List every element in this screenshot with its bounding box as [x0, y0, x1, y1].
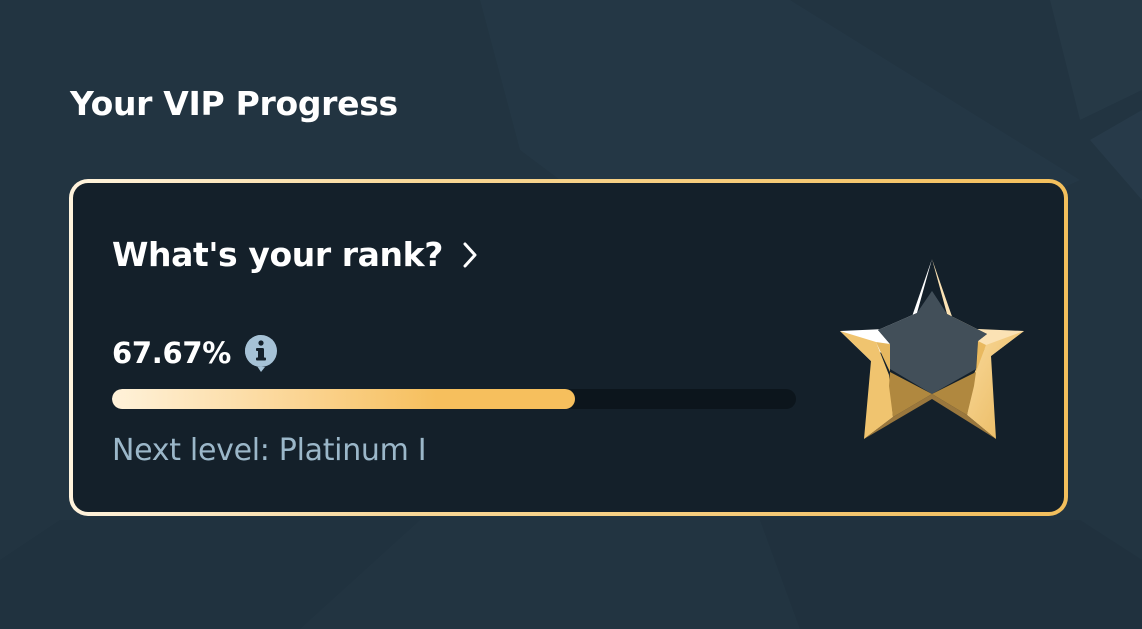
vip-card-inner: What's your rank? 67.67% Next level: Pla… [73, 183, 1064, 512]
progress-bar-fill [112, 389, 575, 409]
progress-bar [112, 389, 796, 409]
progress-row: 67.67% [112, 333, 279, 373]
next-level-label: Next level: Platinum I [112, 433, 427, 468]
chevron-right-icon [463, 242, 477, 267]
rank-link-label: What's your rank? [112, 235, 443, 274]
rank-link[interactable]: What's your rank? [112, 235, 477, 274]
info-icon[interactable] [243, 333, 279, 373]
vip-card: What's your rank? 67.67% Next level: Pla… [69, 179, 1068, 516]
gold-star-badge-icon [840, 259, 1024, 439]
section-title: Your VIP Progress [70, 84, 398, 123]
progress-percent: 67.67% [112, 336, 231, 370]
